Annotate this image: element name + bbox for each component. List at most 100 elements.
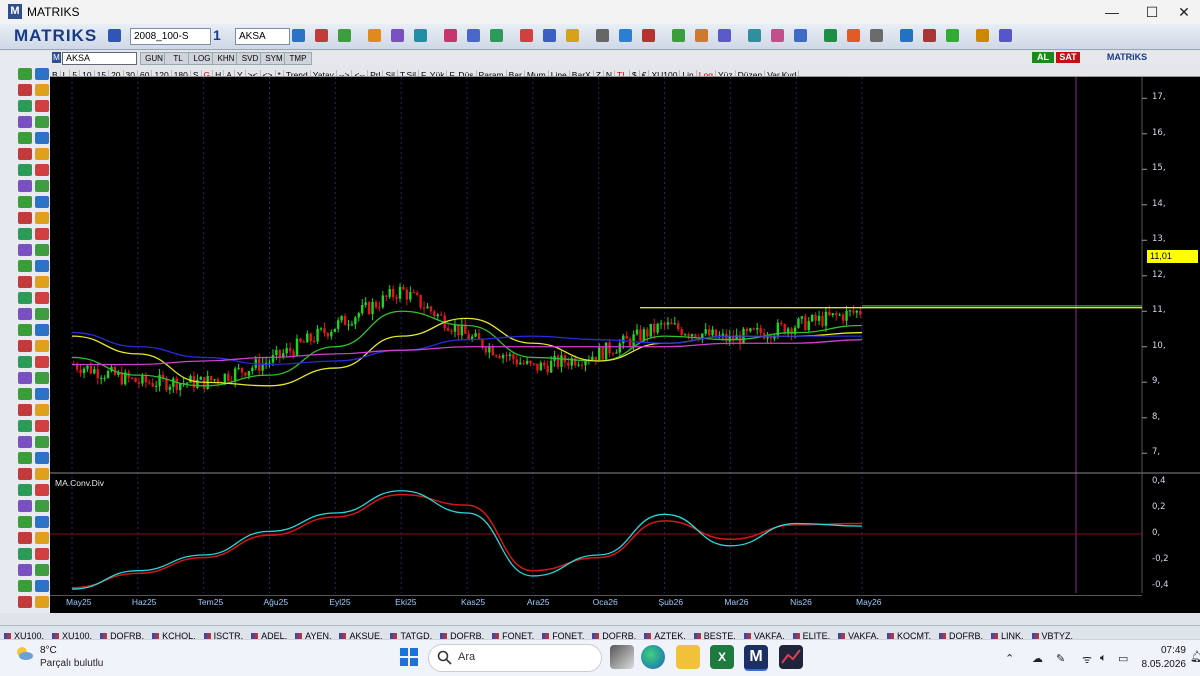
drawing-tool-icon[interactable] bbox=[18, 420, 32, 432]
toolbar-icon[interactable] bbox=[619, 29, 632, 42]
drawing-tool-icon[interactable] bbox=[35, 340, 49, 352]
drawing-tool-icon[interactable] bbox=[35, 116, 49, 128]
drawing-tool-icon[interactable] bbox=[35, 356, 49, 368]
chart-tool-button[interactable]: Yatay bbox=[311, 70, 337, 76]
drawing-tool-icon[interactable] bbox=[18, 580, 32, 592]
chart-symbol-field[interactable]: AKSA bbox=[62, 52, 137, 65]
chart-tool-button[interactable]: Var.Kyd bbox=[765, 70, 800, 76]
chart-tool-button[interactable]: € bbox=[640, 70, 650, 76]
chart-tool-button[interactable]: 20 bbox=[109, 70, 124, 76]
drawing-tool-icon[interactable] bbox=[18, 68, 32, 80]
drawing-tool-icon[interactable] bbox=[18, 532, 32, 544]
drawing-tool-icon[interactable] bbox=[18, 84, 32, 96]
minimize-button[interactable]: — bbox=[1092, 2, 1132, 22]
chart-tool-button[interactable]: H bbox=[213, 70, 225, 76]
drawing-tool-icon[interactable] bbox=[18, 404, 32, 416]
drawing-tool-icon[interactable] bbox=[35, 100, 49, 112]
chart-tool-button[interactable]: Mum bbox=[525, 70, 549, 76]
chart-tool-button[interactable]: Z bbox=[594, 70, 604, 76]
chart-tool-button[interactable]: 15 bbox=[95, 70, 110, 76]
chart-tool-button[interactable]: L bbox=[61, 70, 71, 76]
toolbar-icon[interactable] bbox=[490, 29, 503, 42]
drawing-tool-icon[interactable] bbox=[18, 276, 32, 288]
chart-tool-button[interactable]: Yüz bbox=[716, 70, 736, 76]
chart-tool-button[interactable]: <> bbox=[261, 70, 276, 76]
drawing-tool-icon[interactable] bbox=[18, 212, 32, 224]
excel-icon[interactable]: X bbox=[710, 645, 734, 669]
drawing-tool-icon[interactable] bbox=[18, 356, 32, 368]
chart-tool-button[interactable]: 180 bbox=[172, 70, 191, 76]
edge-icon[interactable] bbox=[641, 645, 665, 669]
chart-tool-button[interactable]: T.Sil bbox=[398, 70, 419, 76]
toolbar-icon[interactable] bbox=[292, 29, 305, 42]
drawing-tool-icon[interactable] bbox=[18, 164, 32, 176]
chart-tool-button[interactable]: XU100 bbox=[649, 70, 681, 76]
toolbar-icon[interactable] bbox=[824, 29, 837, 42]
drawing-tool-icon[interactable] bbox=[18, 308, 32, 320]
toolbar-icon[interactable] bbox=[642, 29, 655, 42]
chart-tool-button[interactable]: $ bbox=[630, 70, 640, 76]
chart-tool-button[interactable]: G bbox=[202, 70, 214, 76]
toolbar-icon[interactable] bbox=[566, 29, 579, 42]
drawing-tool-icon[interactable] bbox=[35, 532, 49, 544]
drawing-tool-icon[interactable] bbox=[35, 68, 49, 80]
drawing-tool-icon[interactable] bbox=[35, 260, 49, 272]
drawing-tool-icon[interactable] bbox=[35, 180, 49, 192]
task-view-icon[interactable] bbox=[610, 645, 634, 669]
drawing-tool-icon[interactable] bbox=[18, 148, 32, 160]
toolbar-icon[interactable] bbox=[946, 29, 959, 42]
chart-tool-button[interactable]: A bbox=[224, 70, 235, 76]
drawing-tool-icon[interactable] bbox=[18, 324, 32, 336]
weather-icon[interactable] bbox=[14, 645, 34, 661]
toolbar-icon[interactable] bbox=[338, 29, 351, 42]
drawing-tool-icon[interactable] bbox=[18, 132, 32, 144]
pen-tray-icon[interactable]: ✎ bbox=[1056, 652, 1065, 665]
chart-tool-button[interactable]: * bbox=[276, 70, 284, 76]
toolbar-icon[interactable] bbox=[923, 29, 936, 42]
drawing-tool-icon[interactable] bbox=[35, 132, 49, 144]
toolbar-icon[interactable] bbox=[794, 29, 807, 42]
chart-tool-button[interactable]: 120 bbox=[152, 70, 172, 76]
drawing-tool-icon[interactable] bbox=[35, 292, 49, 304]
toolbar-icon[interactable] bbox=[520, 29, 533, 42]
drawing-tool-icon[interactable] bbox=[35, 244, 49, 256]
drawing-tool-icon[interactable] bbox=[35, 212, 49, 224]
toolbar-icon[interactable] bbox=[596, 29, 609, 42]
drawing-tool-icon[interactable] bbox=[35, 548, 49, 560]
chart-tool-button[interactable]: Log bbox=[697, 70, 716, 76]
drawing-tool-icon[interactable] bbox=[18, 452, 32, 464]
chart-tool-button[interactable]: 10 bbox=[80, 70, 95, 76]
matriks-taskbar-icon[interactable]: M bbox=[744, 645, 768, 671]
drawing-tool-icon[interactable] bbox=[18, 340, 32, 352]
layout-select[interactable]: 2008_100-S bbox=[130, 28, 211, 45]
drawing-tool-icon[interactable] bbox=[18, 388, 32, 400]
chart-tool-button[interactable]: Prl bbox=[368, 70, 384, 76]
close-button[interactable]: ✕ bbox=[1164, 2, 1200, 22]
drawing-tool-icon[interactable] bbox=[18, 372, 32, 384]
drawing-tool-icon[interactable] bbox=[18, 244, 32, 256]
toolbar-icon[interactable] bbox=[771, 29, 784, 42]
chart-tool-button[interactable]: 5 bbox=[70, 70, 81, 76]
toolbar-icon[interactable] bbox=[543, 29, 556, 42]
drawing-tool-icon[interactable] bbox=[18, 484, 32, 496]
drawing-tool-icon[interactable] bbox=[18, 292, 32, 304]
drawing-tool-icon[interactable] bbox=[35, 196, 49, 208]
drawing-tool-icon[interactable] bbox=[18, 100, 32, 112]
drawing-tool-icon[interactable] bbox=[35, 228, 49, 240]
drawing-tool-icon[interactable] bbox=[35, 452, 49, 464]
drawing-tool-icon[interactable] bbox=[18, 436, 32, 448]
chart-tool-button[interactable]: Line bbox=[549, 70, 570, 76]
symbol-select[interactable]: AKSA bbox=[235, 28, 290, 45]
drawing-tool-icon[interactable] bbox=[35, 564, 49, 576]
chart-tool-button[interactable]: Lin bbox=[680, 70, 697, 76]
drawing-tool-icon[interactable] bbox=[18, 596, 32, 608]
drawing-tool-icon[interactable] bbox=[35, 580, 49, 592]
volume-icon[interactable]: 🔈︎ bbox=[1100, 652, 1107, 665]
chart-tool-button[interactable]: Sil bbox=[383, 70, 398, 76]
save-icon[interactable] bbox=[108, 29, 121, 42]
tray-chevron-icon[interactable]: ⌃ bbox=[1005, 652, 1014, 665]
drawing-tool-icon[interactable] bbox=[35, 308, 49, 320]
chart-app-icon[interactable] bbox=[779, 645, 803, 669]
drawing-tool-icon[interactable] bbox=[35, 404, 49, 416]
chart-tool-button[interactable]: --> bbox=[337, 70, 353, 76]
